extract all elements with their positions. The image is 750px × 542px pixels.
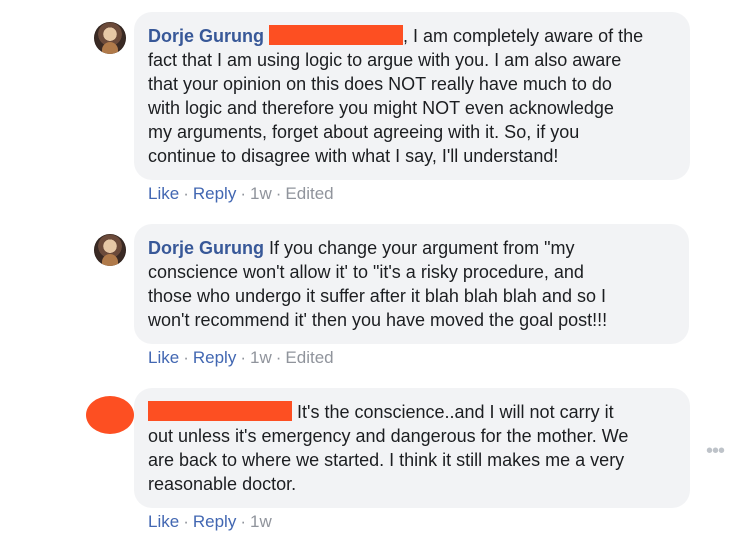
avatar[interactable] (94, 22, 126, 54)
reply-link[interactable]: Reply (193, 348, 236, 367)
more-options-icon[interactable]: ••• (706, 440, 725, 463)
comment-text: It's the conscience..and I will not carr… (148, 401, 629, 494)
redacted-name (269, 25, 404, 46)
timestamp[interactable]: 1w (250, 184, 272, 203)
comment-bubble: Dorje Gurung If you change your argument… (134, 224, 689, 344)
author-name[interactable]: Dorje Gurung (148, 238, 264, 258)
reply-link[interactable]: Reply (193, 512, 236, 531)
avatar[interactable] (94, 234, 126, 266)
timestamp[interactable]: 1w (250, 348, 272, 367)
edited-label[interactable]: Edited (285, 184, 333, 203)
comment-text: Dorje Gurung , I am completely aware of … (148, 25, 644, 166)
redacted-name (148, 401, 292, 422)
comment-bubble: Dorje Gurung , I am completely aware of … (134, 12, 690, 180)
comment-text: Dorje Gurung If you change your argument… (148, 238, 608, 330)
edited-label[interactable]: Edited (285, 348, 333, 367)
author-name[interactable]: Dorje Gurung (148, 26, 264, 46)
comment-actions: Like · Reply · 1w (148, 512, 272, 531)
comment-actions: Like · Reply · 1w · Edited (148, 348, 334, 367)
redacted-avatar[interactable] (86, 396, 134, 434)
like-link[interactable]: Like (148, 512, 179, 531)
comment-bubble: It's the conscience..and I will not carr… (134, 388, 690, 508)
timestamp[interactable]: 1w (250, 512, 272, 531)
like-link[interactable]: Like (148, 348, 179, 367)
comment-actions: Like · Reply · 1w · Edited (148, 184, 334, 203)
like-link[interactable]: Like (148, 184, 179, 203)
reply-link[interactable]: Reply (193, 184, 236, 203)
